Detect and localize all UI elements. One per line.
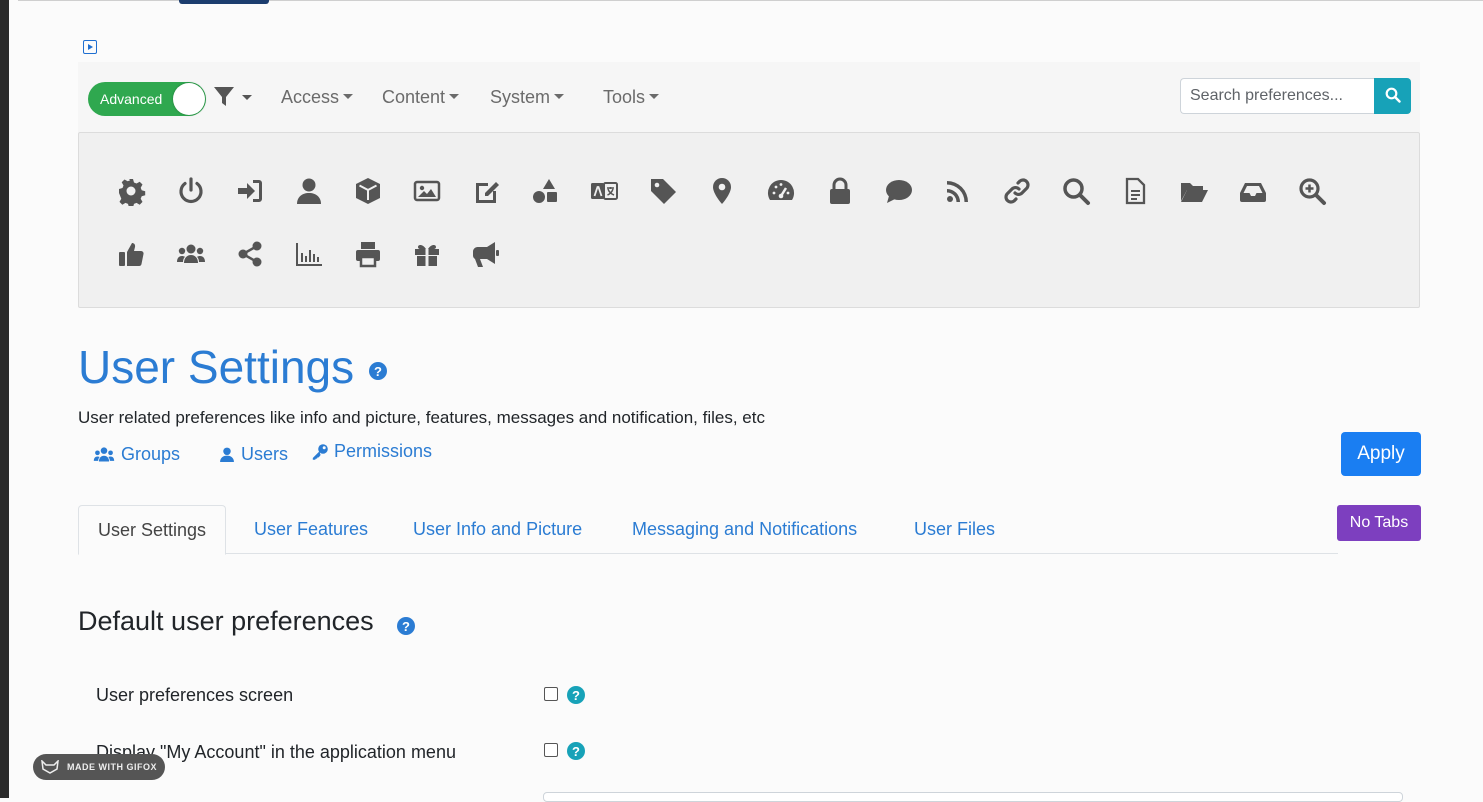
pref-help-icon[interactable]: ? — [567, 742, 585, 760]
users-link-label: Users — [241, 444, 289, 464]
power-icon[interactable] — [174, 174, 208, 208]
gifox-watermark: MADE WITH GIFOX — [33, 754, 165, 780]
pref-checkbox-user-preferences-screen[interactable] — [544, 687, 558, 701]
menu-tools[interactable]: Tools — [603, 87, 660, 108]
file-icon[interactable] — [1118, 174, 1152, 208]
link-icon[interactable] — [1000, 174, 1034, 208]
pref-help-icon[interactable]: ? — [567, 686, 585, 704]
users-link[interactable]: Users — [219, 444, 288, 465]
permissions-link[interactable]: Permissions — [311, 441, 432, 462]
search-input[interactable] — [1180, 78, 1374, 114]
tab-user-settings[interactable]: User Settings — [78, 505, 227, 555]
chevron-down-icon — [449, 93, 460, 99]
tab-messaging-and-notifications[interactable]: Messaging and Notifications — [632, 505, 857, 554]
zoom-in-icon[interactable] — [1295, 174, 1329, 208]
pref-checkbox-display-my-account[interactable] — [544, 743, 558, 757]
advanced-toggle-label: Advanced — [100, 91, 163, 107]
settings-tabs: User Settings User Features User Info an… — [78, 505, 1338, 555]
key-icon — [312, 443, 328, 460]
tag-icon[interactable] — [646, 174, 680, 208]
advanced-toggle[interactable]: Advanced — [88, 82, 206, 116]
preference-category-icons — [78, 132, 1420, 308]
tab-user-features[interactable]: User Features — [254, 505, 368, 554]
bar-chart-icon[interactable] — [292, 237, 326, 271]
pref-label-user-preferences-screen: User preferences screen — [96, 685, 294, 705]
menu-content-label: Content — [382, 87, 446, 107]
search-group — [1180, 78, 1411, 114]
groups-link-label: Groups — [121, 444, 181, 464]
shapes-icon[interactable] — [528, 174, 562, 208]
folder-open-icon[interactable] — [1177, 174, 1211, 208]
menu-content[interactable]: Content — [382, 87, 460, 108]
window-edge — [0, 0, 9, 798]
users-icon[interactable] — [174, 237, 208, 271]
chevron-down-icon — [343, 93, 354, 99]
translate-icon[interactable] — [587, 174, 621, 208]
chevron-down-icon — [649, 93, 660, 99]
gift-icon[interactable] — [410, 237, 444, 271]
search-button[interactable] — [1374, 78, 1411, 114]
rss-icon[interactable] — [941, 174, 975, 208]
tab-user-files[interactable]: User Files — [914, 505, 995, 554]
chevron-down-icon — [242, 94, 252, 100]
search-icon — [1385, 87, 1401, 103]
apply-button[interactable]: Apply — [1341, 432, 1421, 476]
page-description: User related preferences like info and p… — [78, 408, 765, 427]
watermark-text: MADE WITH GIFOX — [67, 762, 157, 772]
gifox-logo-icon — [41, 760, 59, 774]
filter-dropdown[interactable] — [214, 86, 252, 108]
menu-access-label: Access — [281, 87, 340, 107]
print-icon[interactable] — [351, 237, 385, 271]
menu-access[interactable]: Access — [281, 87, 354, 108]
megaphone-icon[interactable] — [469, 237, 503, 271]
page-title: User Settings — [78, 341, 355, 393]
share-icon[interactable] — [233, 237, 267, 271]
dashboard-icon[interactable] — [764, 174, 798, 208]
no-tabs-button[interactable]: No Tabs — [1337, 505, 1421, 541]
inbox-icon[interactable] — [1236, 174, 1270, 208]
image-icon[interactable] — [410, 174, 444, 208]
menu-system[interactable]: System — [490, 87, 565, 108]
gear-icon[interactable] — [114, 174, 148, 208]
comment-icon[interactable] — [882, 174, 916, 208]
section-help-icon[interactable]: ? — [397, 617, 415, 635]
users-icon — [93, 446, 115, 462]
partial-input-field[interactable] — [543, 792, 1403, 802]
user-icon[interactable] — [292, 174, 326, 208]
sidebar-toggle-icon[interactable] — [83, 40, 97, 54]
edit-icon[interactable] — [469, 174, 503, 208]
filter-icon — [214, 87, 234, 106]
preferences-toolbar: Advanced Access Content System Tools — [78, 62, 1420, 132]
thumbs-up-icon[interactable] — [114, 237, 148, 271]
permissions-link-label: Permissions — [334, 441, 433, 461]
tab-user-info-and-picture[interactable]: User Info and Picture — [413, 505, 582, 554]
cube-icon[interactable] — [351, 174, 385, 208]
search-icon[interactable] — [1059, 174, 1093, 208]
section-title: Default user preferences — [78, 606, 374, 636]
groups-link[interactable]: Groups — [93, 444, 180, 465]
cropped-header — [9, 0, 1483, 6]
page-help-icon[interactable]: ? — [369, 362, 387, 380]
lock-icon[interactable] — [823, 174, 857, 208]
menu-system-label: System — [490, 87, 551, 107]
sign-in-icon[interactable] — [233, 174, 267, 208]
menu-tools-label: Tools — [603, 87, 646, 107]
map-marker-icon[interactable] — [705, 174, 739, 208]
chevron-down-icon — [554, 93, 565, 99]
user-icon — [220, 447, 234, 462]
toggle-knob — [173, 83, 205, 115]
